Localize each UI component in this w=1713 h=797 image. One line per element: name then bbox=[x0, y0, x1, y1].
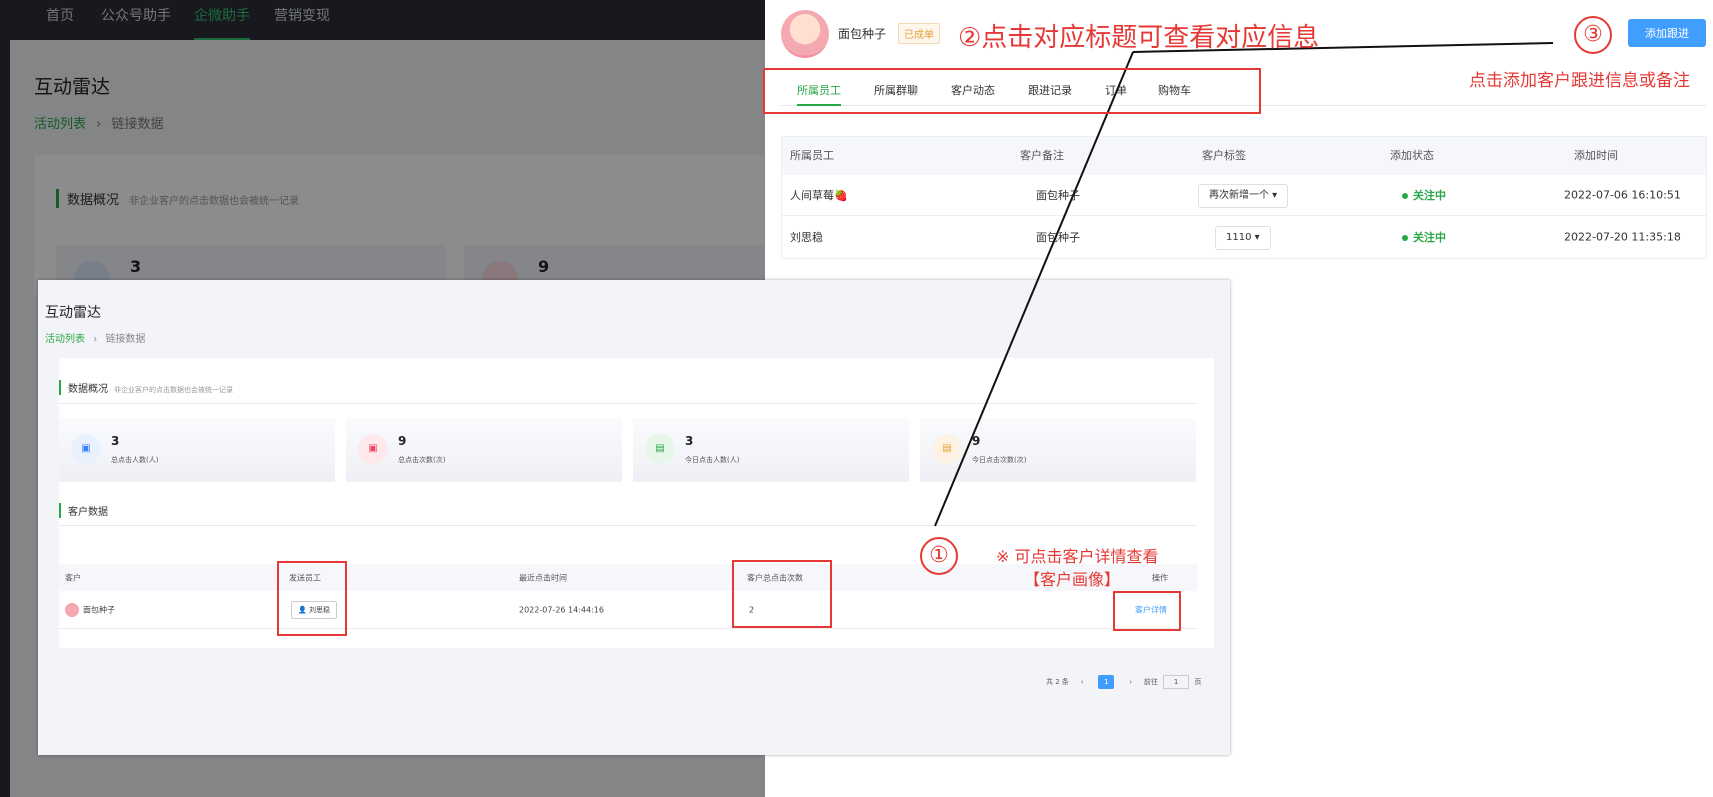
inset-page-title: 互动雷达 bbox=[45, 305, 101, 321]
breadcrumb-activity-list[interactable]: 活动列表 bbox=[45, 334, 85, 345]
order-status-badge: 已成单 bbox=[898, 23, 940, 44]
add-time: 2022-07-20 11:35:18 bbox=[1564, 230, 1681, 244]
chart-icon: ▤ bbox=[932, 434, 962, 464]
highlight-tabs bbox=[763, 68, 1261, 114]
customer-portrait-note: 【客户画像】 bbox=[1024, 570, 1121, 589]
stat-card-total-clicks: ▣ 9 总点击次数(次) bbox=[346, 418, 622, 482]
inset-breadcrumb: 活动列表 › 链接数据 bbox=[45, 334, 146, 345]
goto-page-input[interactable]: 1 bbox=[1163, 675, 1190, 689]
column-header: 所属员工 bbox=[790, 149, 834, 162]
table-row: 面包种子 👤 刘思稳 2022-07-26 14:44:16 2 客户详情 bbox=[59, 591, 1197, 629]
customer-avatar bbox=[781, 10, 829, 58]
customer-name: 面包种子 bbox=[838, 27, 887, 41]
employee-name: 人间草莓🍓 bbox=[790, 188, 848, 202]
table-header: 所属员工 客户备注 客户标签 添加状态 添加时间 bbox=[782, 137, 1706, 174]
customer-cell: 面包种子 bbox=[65, 602, 115, 617]
column-header: 操作 bbox=[1152, 573, 1168, 582]
pagination-total: 共 2 条 bbox=[1046, 678, 1069, 686]
column-header: 最近点击时间 bbox=[519, 573, 567, 582]
customer-note: 面包种子 bbox=[1036, 231, 1080, 244]
page-unit-label: 页 bbox=[1194, 678, 1202, 686]
section-customer-title: 客户数据 bbox=[59, 503, 108, 518]
inset-panel: 数据概况 非企业客户的点击数据也会被统一记录 ▣ 3 总点击人数(人) ▣ 9 总点击… bbox=[59, 358, 1214, 648]
table-row: 刘思稳 面包种子 1110 ▾ 关注中 2022-07-20 11:35:18 bbox=[782, 216, 1706, 258]
column-header: 添加时间 bbox=[1574, 149, 1618, 162]
add-time: 2022-07-06 16:10:51 bbox=[1564, 188, 1681, 201]
column-header: 客户 bbox=[65, 573, 81, 582]
customer-note: 面包种子 bbox=[1036, 188, 1080, 202]
goto-label: 前往 bbox=[1143, 678, 1158, 686]
archive-icon: ▣ bbox=[358, 434, 388, 464]
step-2-annotation: ②点击对应标题可查看对应信息 bbox=[958, 23, 1320, 53]
employee-table: 所属员工 客户备注 客户标签 添加状态 添加时间 人间草莓🍓 面包种子 再次新增… bbox=[781, 136, 1707, 259]
highlight-clicks bbox=[732, 560, 832, 628]
highlight-customer-detail bbox=[1113, 591, 1181, 631]
stat-card-total-visitors: ▣ 3 总点击人数(人) bbox=[59, 418, 335, 482]
highlight-employee bbox=[277, 561, 347, 636]
stat-card-today-clicks: ▤ 9 今日点击次数(次) bbox=[920, 418, 1196, 482]
column-header: 客户标签 bbox=[1202, 149, 1246, 162]
inset-screenshot: 互动雷达 活动列表 › 链接数据 数据概况 非企业客户的点击数据也会被统一记录 ▣… bbox=[38, 280, 1230, 755]
add-followup-button[interactable]: 添加跟进 bbox=[1628, 19, 1706, 47]
tag-select[interactable]: 再次新增一个 ▾ bbox=[1198, 184, 1289, 208]
prev-page-button[interactable]: ‹ bbox=[1074, 675, 1090, 689]
column-header: 客户备注 bbox=[1020, 149, 1064, 162]
column-header: 添加状态 bbox=[1390, 149, 1434, 162]
pagination: 共 2 条 ‹ 1 › 前往 1 页 bbox=[1046, 675, 1201, 689]
step-3-annotation: 点击添加客户跟进信息或备注 bbox=[1469, 71, 1690, 91]
employee-name: 刘思稳 bbox=[790, 231, 823, 244]
customer-portrait-note: ※ 可点击客户详情查看 bbox=[996, 547, 1159, 566]
table-row: 人间草莓🍓 面包种子 再次新增一个 ▾ 关注中 2022-07-06 16:10… bbox=[782, 174, 1706, 216]
archive-icon: ▣ bbox=[71, 434, 101, 464]
page-number[interactable]: 1 bbox=[1098, 675, 1115, 689]
breadcrumb-link-data: 链接数据 bbox=[105, 334, 146, 345]
next-page-button[interactable]: › bbox=[1123, 675, 1139, 689]
divider bbox=[59, 525, 1197, 526]
add-status: 关注中 bbox=[1402, 187, 1446, 203]
step-3-marker: ③ bbox=[1574, 16, 1612, 54]
avatar bbox=[65, 602, 79, 617]
last-click-time: 2022-07-26 14:44:16 bbox=[519, 605, 604, 614]
step-1-marker: ① bbox=[920, 537, 958, 575]
tag-select[interactable]: 1110 ▾ bbox=[1215, 226, 1271, 250]
chart-icon: ▤ bbox=[645, 434, 675, 464]
divider bbox=[59, 403, 1197, 404]
add-status: 关注中 bbox=[1402, 229, 1446, 245]
section-overview-title: 数据概况 非企业客户的点击数据也会被统一记录 bbox=[59, 380, 233, 395]
stat-card-today-visitors: ▤ 3 今日点击人数(人) bbox=[633, 418, 909, 482]
